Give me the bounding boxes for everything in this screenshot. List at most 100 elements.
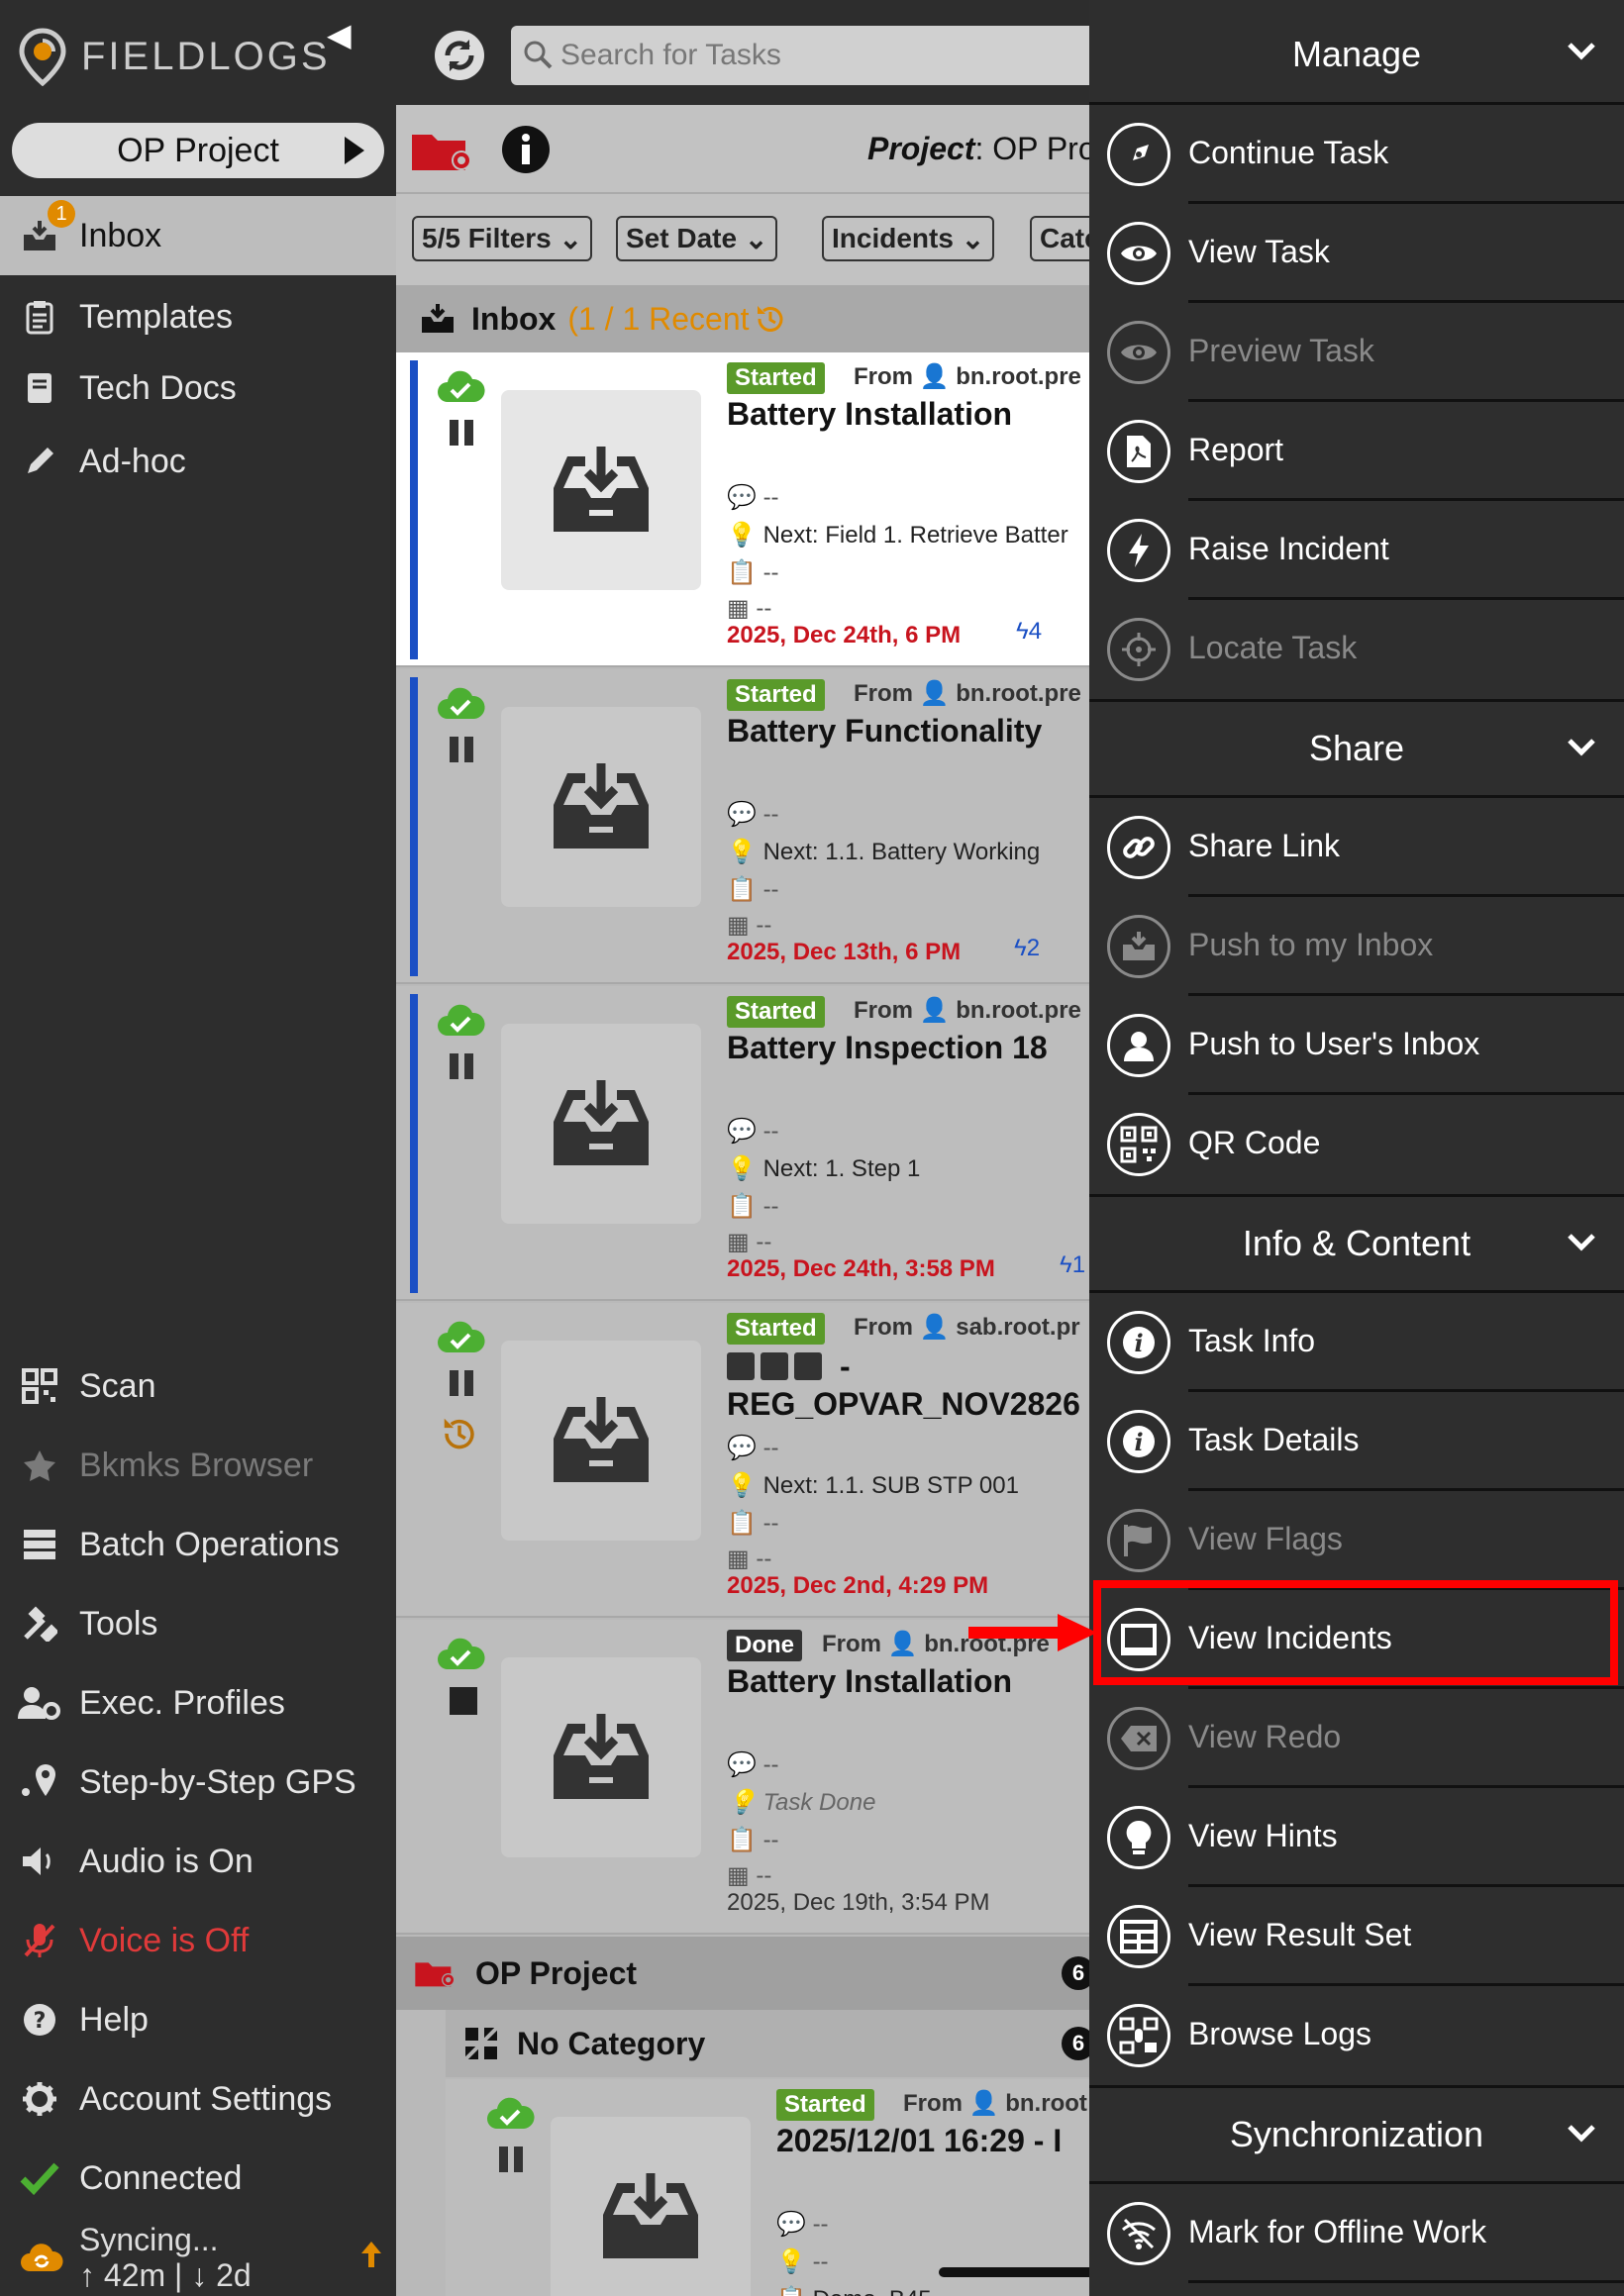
section-title: Info & Content	[1242, 1223, 1472, 1263]
menu-item-raise-incident[interactable]: Raise Incident	[1089, 501, 1624, 600]
task-date: 2025, Dec 19th, 3:54 PM	[727, 1889, 990, 1916]
task-grid: ▦ --	[727, 912, 772, 939]
pause-icon[interactable]	[448, 418, 475, 448]
section-header-info-content[interactable]: Info & Content	[1089, 1194, 1624, 1293]
search-input[interactable]: Search for Tasks	[511, 26, 1089, 85]
sidebar-item-tech-docs[interactable]: Tech Docs	[0, 349, 396, 428]
menu-item-task-info[interactable]: i Task Info	[1089, 1293, 1624, 1392]
info-icon[interactable]	[501, 125, 551, 174]
task-next: 💡 --	[776, 2248, 829, 2275]
task-comment: 💬 --	[727, 484, 779, 511]
section-header-manage[interactable]: Manage	[1089, 6, 1624, 105]
status-badge: Started	[727, 1313, 825, 1345]
sidebar-item-tools[interactable]: Tools	[0, 1584, 396, 1663]
menu-item-view-task[interactable]: View Task	[1089, 204, 1624, 303]
sidebar-item-step-by-step-gps[interactable]: Step-by-Step GPS	[0, 1743, 396, 1822]
menu-item-view-redo[interactable]: View Redo	[1089, 1689, 1624, 1788]
sidebar-item-help[interactable]: ? Help	[0, 1980, 396, 2059]
sidebar-item-audio[interactable]: Audio is On	[0, 1822, 396, 1901]
menu-item-qr-code[interactable]: QR Code	[1089, 1095, 1624, 1194]
task-from: From 👤 bn.root.pre	[854, 996, 1081, 1025]
sidebar-item-exec-profiles[interactable]: Exec. Profiles	[0, 1663, 396, 1743]
task-card[interactable]: Done From 👤 bn.root.pre Battery Installa…	[396, 1620, 1089, 1935]
task-from-user: sab.root.pr	[956, 1314, 1080, 1341]
menu-item-continue-task[interactable]: Continue Task	[1089, 105, 1624, 204]
task-card[interactable]: Started From 👤 bn.root.pre Battery Funct…	[396, 669, 1089, 984]
filters-dropdown[interactable]: 5/5 Filters ⌄	[412, 216, 592, 261]
folder-gear-icon[interactable]	[410, 127, 475, 174]
pause-icon[interactable]	[497, 2145, 525, 2174]
task-title-prefix: -	[840, 1348, 851, 1384]
incidents-label: Incidents	[832, 223, 954, 253]
question-icon: ?	[0, 2002, 79, 2038]
task-card[interactable]: Started From 👤 bn.root 2025/12/01 16:29 …	[446, 2079, 1089, 2296]
menu-item-task-details[interactable]: i Task Details	[1089, 1392, 1624, 1491]
status-badge: Started	[776, 2089, 874, 2121]
tools-icon	[0, 1606, 79, 1642]
sidebar-item-label: Bkmks Browser	[79, 1446, 314, 1484]
sidebar-collapse-icon[interactable]: ◀	[327, 16, 352, 53]
section-header-share[interactable]: Share	[1089, 699, 1624, 798]
project-selector[interactable]: OP Project	[12, 123, 384, 178]
menu-item-preview-task[interactable]: Preview Task	[1089, 303, 1624, 402]
menu-item-label: Push to my Inbox	[1188, 927, 1434, 962]
menu-item-browse-logs[interactable]: Browse Logs	[1089, 1986, 1624, 2085]
category-header[interactable]: No Category 6	[446, 2010, 1089, 2077]
menu-item-locate-task[interactable]: Locate Task	[1089, 600, 1624, 699]
menu-item-push-to-my-inbox[interactable]: Push to my Inbox	[1089, 897, 1624, 996]
sidebar-item-account-settings[interactable]: Account Settings	[0, 2059, 396, 2139]
folder-gear-icon	[414, 1956, 457, 1990]
sidebar-item-bkmks-browser[interactable]: Bkmks Browser	[0, 1426, 396, 1505]
section-header-synchronization[interactable]: Synchronization	[1089, 2085, 1624, 2184]
task-grid: ▦ --	[727, 1546, 772, 1572]
user-gear-icon	[0, 1685, 79, 1721]
task-card[interactable]: Started From 👤 sab.root.pr - REG_OPVAR_N…	[396, 1303, 1089, 1618]
sidebar-item-label: Help	[79, 2000, 149, 2039]
sidebar-item-scan[interactable]: Scan	[0, 1347, 396, 1426]
set-date-dropdown[interactable]: Set Date ⌄	[616, 216, 778, 261]
divider	[1188, 2280, 1624, 2283]
task-grid-value: --	[756, 1229, 772, 1255]
menu-item-push-to-users-inbox[interactable]: Push to User's Inbox	[1089, 996, 1624, 1095]
redacted-blocks	[727, 1352, 822, 1380]
task-grid-value: --	[756, 1862, 772, 1889]
sidebar-item-label: Audio is On	[79, 1842, 254, 1880]
menu-item-view-flags[interactable]: View Flags	[1089, 1491, 1624, 1590]
task-card[interactable]: Started From 👤 bn.root.pre Battery Insta…	[396, 352, 1089, 667]
sidebar-item-batch-operations[interactable]: Batch Operations	[0, 1505, 396, 1584]
sidebar-item-templates[interactable]: Templates	[0, 277, 396, 356]
refresh-icon[interactable]	[434, 30, 485, 81]
sidebar-item-voice[interactable]: Voice is Off	[0, 1901, 396, 1980]
svg-text:?: ?	[34, 2009, 47, 2034]
task-comment: 💬 --	[727, 801, 779, 828]
home-indicator	[939, 2267, 1089, 2277]
menu-item-share-link[interactable]: Share Link	[1089, 798, 1624, 897]
pdf-icon	[1107, 420, 1170, 483]
history-icon	[440, 1414, 479, 1453]
menu-item-view-result-set[interactable]: View Result Set	[1089, 1887, 1624, 1986]
pause-icon[interactable]	[448, 1368, 475, 1398]
task-card[interactable]: Started From 👤 bn.root.pre Battery Inspe…	[396, 986, 1089, 1301]
category-dropdown[interactable]: Cate	[1030, 216, 1089, 261]
svg-text:i: i	[1134, 1428, 1143, 1456]
menu-item-view-hints[interactable]: View Hints	[1089, 1788, 1624, 1887]
menu-item-mark-for-offline-work[interactable]: Mark for Offline Work	[1089, 2184, 1624, 2283]
incidents-dropdown[interactable]: Incidents ⌄	[822, 216, 995, 261]
project-group-header[interactable]: OP Project 6	[396, 1937, 1089, 2010]
user-icon: 👤	[968, 2090, 999, 2117]
mic-off-icon	[0, 1922, 79, 1959]
task-thumbnail	[501, 390, 701, 590]
task-selection-bar	[410, 360, 418, 659]
menu-item-report[interactable]: Report	[1089, 402, 1624, 501]
lightning-icon: ϟ	[1014, 935, 1027, 961]
status-badge: Done	[727, 1630, 802, 1661]
task-comment: 💬 --	[727, 1435, 779, 1461]
task-next: 💡 Next: 1.1. SUB STP 001	[727, 1472, 1019, 1499]
pause-icon[interactable]	[448, 1051, 475, 1081]
pause-icon[interactable]	[448, 735, 475, 764]
lightning-icon: ϟ	[1060, 1251, 1072, 1278]
sidebar-item-label: Connected	[79, 2158, 243, 2197]
sidebar-item-ad-hoc[interactable]: Ad-hoc	[0, 422, 396, 501]
task-date: 2025, Dec 24th, 6 PM	[727, 622, 962, 649]
task-date: 2025, Dec 24th, 3:58 PM	[727, 1255, 995, 1282]
